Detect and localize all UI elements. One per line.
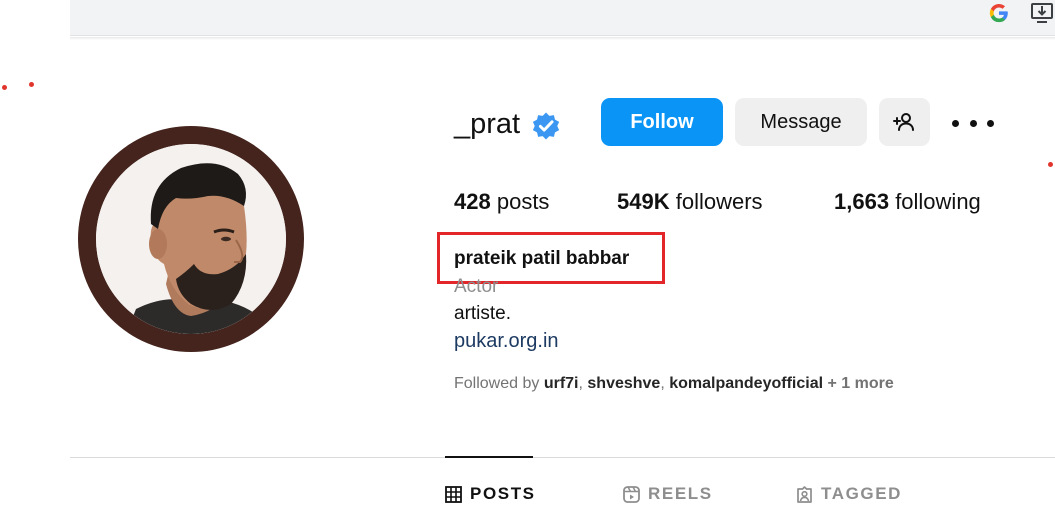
followed-by-more[interactable]: + 1 more [828, 375, 894, 392]
profile-full-name: prateik patil babbar [454, 248, 630, 269]
posts-count: 428 posts [454, 189, 550, 214]
browser-toolbar [70, 0, 1055, 36]
mutual-account-link[interactable]: komalpandeyofficial [669, 375, 823, 392]
followers-link[interactable]: 549K followers [617, 187, 763, 217]
verified-badge-icon [532, 112, 560, 140]
profile-category: Actor [454, 276, 499, 297]
toolbar-divider [70, 37, 1055, 40]
tagged-icon [797, 485, 812, 503]
profile-website-link[interactable]: pukar.org.in [454, 327, 559, 355]
google-icon[interactable] [988, 2, 1010, 24]
tab-tagged[interactable]: TAGGED [796, 484, 902, 504]
profile-bio: artiste. [454, 303, 512, 324]
suggested-accounts-button[interactable] [879, 98, 930, 146]
annotation-dot [29, 82, 34, 87]
avatar-photo [96, 144, 286, 334]
active-tab-indicator [445, 456, 533, 458]
install-app-icon[interactable] [1030, 2, 1054, 24]
more-options-icon[interactable] [952, 110, 994, 136]
annotation-dot [2, 85, 7, 90]
avatar[interactable] [96, 144, 286, 334]
follow-button[interactable]: Follow [601, 98, 723, 146]
following-link[interactable]: 1,663 following [834, 187, 981, 217]
add-person-icon [892, 113, 914, 131]
followed-by-line[interactable]: Followed by urf7i, shveshve, komalpandey… [454, 372, 894, 396]
mutual-account-link[interactable]: urf7i [544, 375, 579, 392]
grid-icon [445, 485, 462, 503]
tabs-divider [70, 457, 1055, 458]
annotation-dot [1048, 162, 1053, 167]
reels-icon [623, 485, 640, 503]
profile-username: _prat [454, 108, 521, 140]
mutual-account-link[interactable]: shveshve [587, 375, 660, 392]
tab-posts[interactable]: POSTS [445, 484, 536, 504]
tab-reels[interactable]: REELS [623, 484, 713, 504]
message-button[interactable]: Message [735, 98, 867, 146]
